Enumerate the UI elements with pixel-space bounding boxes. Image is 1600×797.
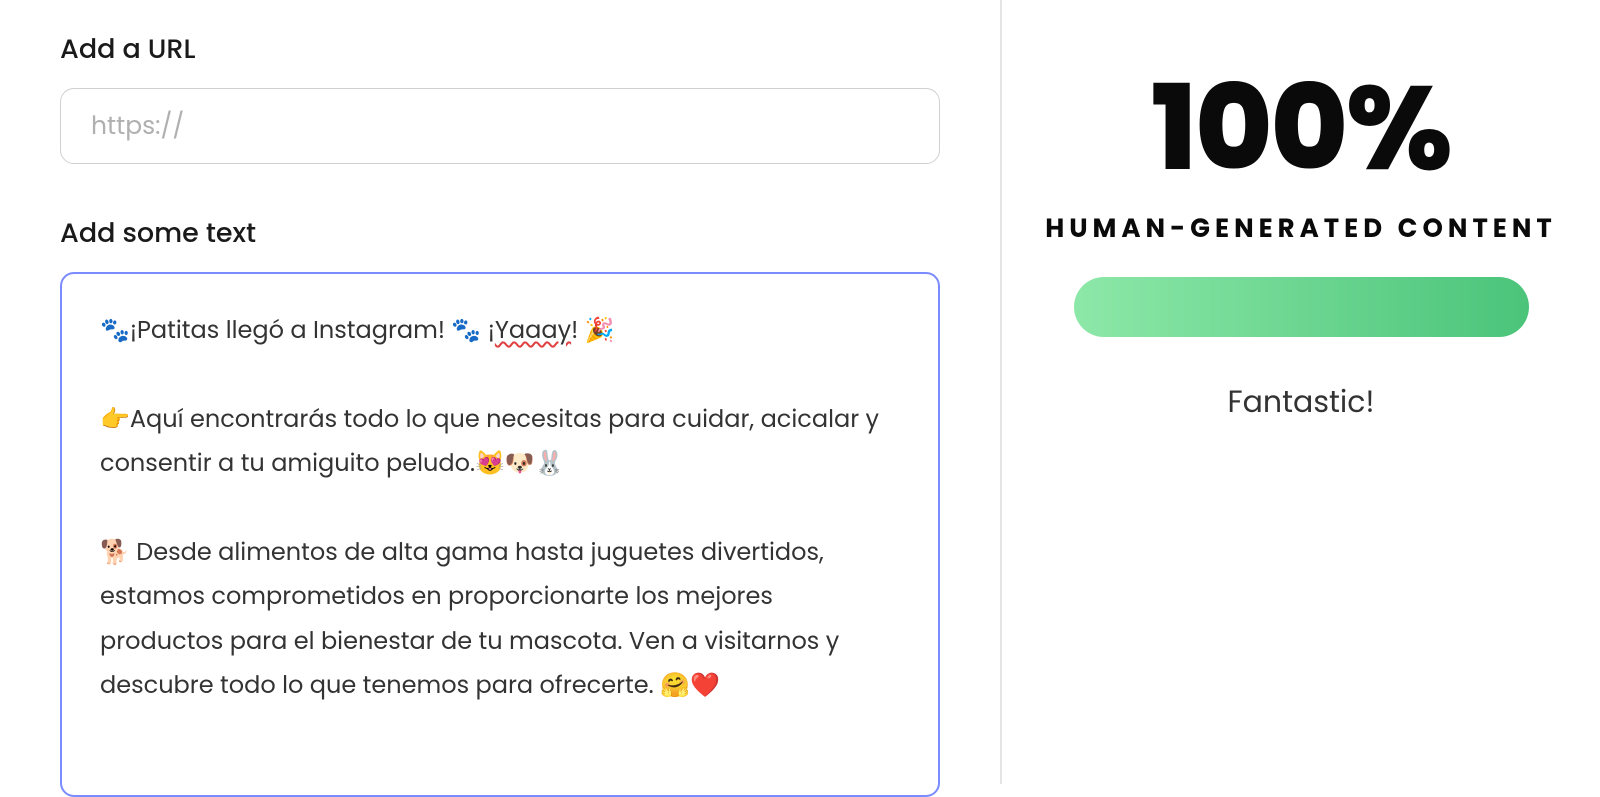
text-input-wrapper: 🐾¡Patitas llegó a Instagram! 🐾 ¡Yaaay! 🎉… (60, 272, 940, 797)
url-label: Add a URL (60, 30, 940, 70)
spellcheck-underline: Yaaay (495, 314, 571, 347)
url-input[interactable] (60, 88, 940, 164)
text-label: Add some text (60, 214, 940, 254)
text-line-1-pre: 🐾¡Patitas llegó a Instagram! 🐾 ¡ (100, 314, 495, 347)
score-label: HUMAN-GENERATED CONTENT (1045, 210, 1557, 249)
status-text: Fantastic! (1228, 379, 1375, 425)
text-para-2: 👉Aquí encontrarás todo lo que necesitas … (100, 403, 886, 480)
input-panel: Add a URL Add some text 🐾¡Patitas llegó … (0, 0, 1000, 784)
text-line-1-post: ! 🎉 (571, 314, 614, 347)
score-percentage: 100% (1151, 70, 1450, 188)
progress-bar (1074, 277, 1529, 337)
text-input[interactable]: 🐾¡Patitas llegó a Instagram! 🐾 ¡Yaaay! 🎉… (100, 309, 918, 760)
text-para-3: 🐕 Desde alimentos de alta gama hasta jug… (100, 536, 846, 702)
result-panel: 100% HUMAN-GENERATED CONTENT Fantastic! (1002, 0, 1600, 784)
